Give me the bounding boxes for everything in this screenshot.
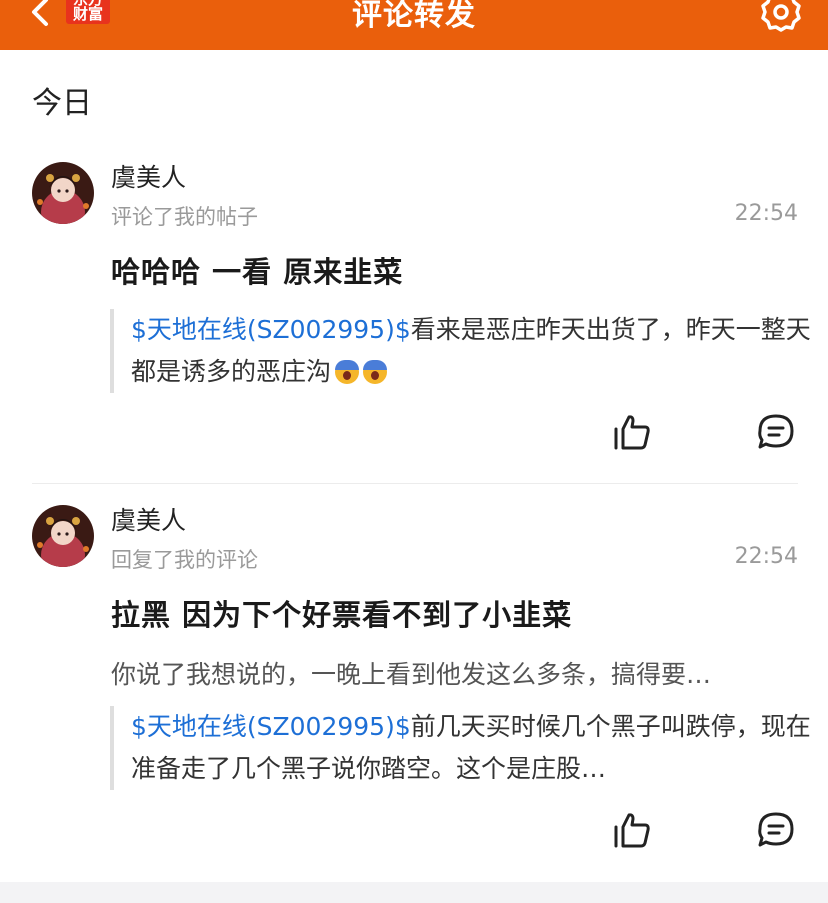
section-title-today: 今日 (32, 86, 92, 121)
comment-content[interactable]: 哈哈哈 一看 原来韭菜 (111, 249, 403, 291)
timestamp: 22:54 (734, 201, 798, 226)
comment-button[interactable] (756, 412, 796, 452)
action-label: 回复了我的评论 (111, 548, 258, 572)
comment-content[interactable]: 拉黑 因为下个好票看不到了小韭菜 (111, 592, 572, 634)
timestamp: 22:54 (734, 544, 798, 569)
quoted-post[interactable]: $天地在线(SZ002995)$看来是恶庄昨天出货了，昨天一整天都是诱多的恶庄沟 (110, 309, 821, 393)
comment-bubble-icon (758, 414, 794, 449)
avatar[interactable] (32, 162, 94, 224)
shocked-face-icon (335, 360, 360, 384)
comment-button[interactable] (756, 810, 796, 850)
thumbs-up-icon (614, 813, 650, 848)
action-label: 评论了我的帖子 (111, 205, 258, 229)
username[interactable]: 虞美人 (111, 501, 186, 537)
thumbs-up-icon (614, 415, 650, 450)
quoted-post[interactable]: $天地在线(SZ002995)$前几天买时候几个黑子叫跌停，现在准备走了几个黑子… (110, 706, 821, 790)
page-title: 评论转发 (352, 0, 476, 33)
avatar[interactable] (32, 505, 94, 567)
shocked-face-icon (363, 360, 388, 384)
top-bar: 东方 财富 评论转发 (0, 0, 828, 50)
gear-icon (761, 0, 801, 32)
section-separator (0, 882, 828, 903)
stock-tag-link[interactable]: $天地在线(SZ002995)$ (131, 712, 411, 741)
comment-bubble-icon (758, 812, 794, 847)
stock-tag-link[interactable]: $天地在线(SZ002995)$ (131, 315, 411, 344)
settings-button[interactable] (756, 0, 806, 38)
reply-snippet[interactable]: 你说了我想说的，一晚上看到他发这么多条，搞得要… (111, 655, 801, 691)
username[interactable]: 虞美人 (111, 158, 186, 194)
like-button[interactable] (612, 412, 652, 452)
like-button[interactable] (612, 810, 652, 850)
divider (32, 483, 798, 484)
